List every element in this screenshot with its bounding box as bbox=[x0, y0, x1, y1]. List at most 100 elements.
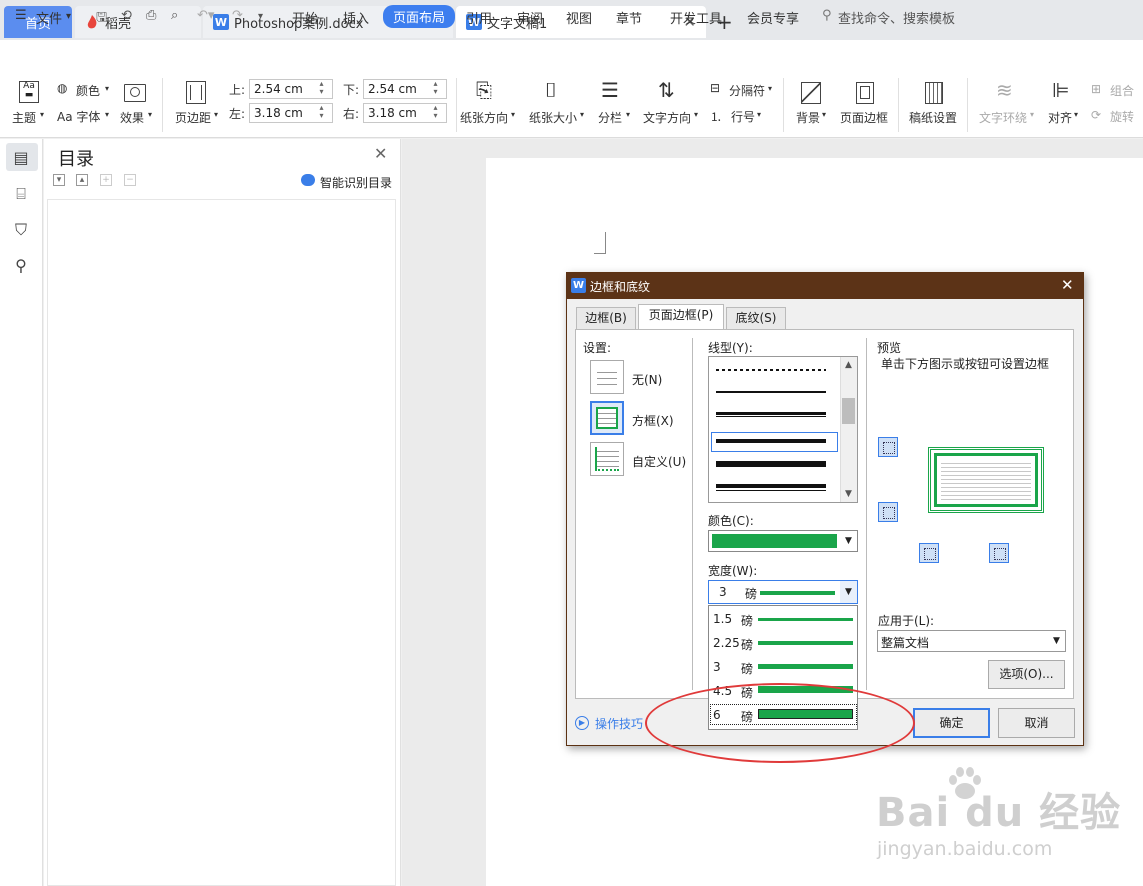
margin-bottom-input[interactable]: 2.54 cm bbox=[363, 79, 447, 99]
margins-icon[interactable] bbox=[186, 81, 206, 104]
effect-button[interactable]: 效果 bbox=[120, 109, 144, 126]
search-icon[interactable]: ⚲ bbox=[822, 8, 832, 23]
line-style-option[interactable] bbox=[716, 391, 826, 393]
theme-button[interactable]: 主题 bbox=[12, 109, 36, 126]
line-style-option[interactable] bbox=[716, 461, 826, 467]
print-icon[interactable]: ⎙ bbox=[146, 8, 156, 23]
dropdown-arrow-icon[interactable]: ▼ bbox=[1053, 636, 1060, 646]
menu-member[interactable]: 会员专享 bbox=[747, 8, 799, 27]
hamburger-icon[interactable]: ☰ bbox=[15, 8, 27, 23]
page-size-button[interactable]: 纸张大小 bbox=[529, 109, 577, 126]
orientation-button[interactable]: 纸张方向 bbox=[460, 109, 508, 126]
scroll-up-icon[interactable]: ▲ bbox=[845, 360, 852, 370]
width-option-value[interactable]: 2.25 bbox=[713, 636, 740, 650]
text-wrap-icon[interactable]: ≋ bbox=[996, 78, 1013, 102]
menu-chapter[interactable]: 章节 bbox=[616, 8, 642, 27]
theme-icon[interactable]: Aa ▬ bbox=[19, 81, 39, 103]
group-button[interactable]: 组合 bbox=[1110, 82, 1134, 99]
tab-borders[interactable]: 边框(B) bbox=[576, 307, 636, 329]
menu-developer[interactable]: 开发工具 bbox=[670, 8, 722, 27]
columns-icon[interactable]: ☰ bbox=[601, 78, 619, 102]
page-size-icon[interactable]: ⌷ bbox=[545, 78, 557, 102]
collapse-icon[interactable]: ▾ bbox=[53, 174, 65, 186]
dropdown-arrow-icon[interactable]: ▼ bbox=[845, 536, 852, 546]
ok-button[interactable]: 确定 bbox=[913, 708, 990, 738]
setting-custom[interactable] bbox=[590, 442, 624, 476]
line-style-option[interactable] bbox=[716, 412, 826, 415]
tab-page-border[interactable]: 页面边框(P) bbox=[638, 304, 724, 330]
search-icon[interactable]: ⚲ bbox=[12, 256, 30, 275]
manuscript-button[interactable]: 稿纸设置 bbox=[909, 109, 957, 126]
rotate-button[interactable]: 旋转 bbox=[1110, 108, 1134, 125]
toc-title: 目录 bbox=[58, 149, 94, 170]
menu-page-layout[interactable]: 页面布局 bbox=[383, 5, 456, 28]
border-bottom-button[interactable] bbox=[878, 502, 898, 522]
line-style-option[interactable] bbox=[716, 439, 826, 443]
bookmark-icon[interactable]: ⛉ bbox=[12, 220, 30, 239]
undo-icon[interactable]: ↶▾ bbox=[197, 8, 214, 23]
scroll-thumb[interactable] bbox=[842, 398, 855, 424]
line-style-option[interactable] bbox=[716, 369, 826, 371]
effect-icon[interactable] bbox=[124, 84, 146, 102]
text-direction-button[interactable]: 文字方向 bbox=[643, 109, 691, 126]
manuscript-icon[interactable] bbox=[925, 82, 943, 104]
cancel-button[interactable]: 取消 bbox=[998, 708, 1075, 738]
menu-file[interactable]: 文件 bbox=[36, 8, 62, 27]
page-border-button[interactable]: 页面边框 bbox=[840, 109, 888, 126]
line-style-scrollbar[interactable] bbox=[840, 357, 857, 502]
command-search[interactable]: 查找命令、搜索模板 bbox=[838, 8, 955, 27]
setting-none[interactable] bbox=[590, 360, 624, 394]
dropdown-arrow-icon[interactable]: ▼ bbox=[845, 587, 852, 597]
text-wrap-button[interactable]: 文字环绕 bbox=[979, 109, 1027, 126]
color-button[interactable]: 颜色 bbox=[76, 82, 100, 99]
align-icon[interactable]: ⊫ bbox=[1052, 78, 1069, 102]
print-preview-icon[interactable]: ⌕ bbox=[171, 8, 178, 23]
tips-link[interactable]: 操作技巧 bbox=[595, 715, 643, 732]
orientation-icon[interactable]: ⎘ bbox=[476, 78, 492, 102]
menu-insert[interactable]: 插入 bbox=[343, 8, 369, 27]
menu-view[interactable]: 视图 bbox=[566, 8, 592, 27]
width-option-value[interactable]: 3 bbox=[713, 660, 721, 674]
border-top-button[interactable] bbox=[878, 437, 898, 457]
border-left-button[interactable] bbox=[919, 543, 939, 563]
line-style-list[interactable] bbox=[708, 356, 858, 503]
background-button[interactable]: 背景 bbox=[796, 109, 820, 126]
redo-icon[interactable]: ↷ bbox=[232, 8, 243, 23]
page-border-icon[interactable] bbox=[856, 82, 874, 104]
options-button[interactable]: 选项(O)... bbox=[988, 660, 1065, 689]
setting-box[interactable] bbox=[590, 401, 624, 435]
chapter-nav-icon[interactable]: ⌸ bbox=[12, 184, 30, 203]
remove-level-icon[interactable]: − bbox=[124, 174, 136, 186]
margin-top-input[interactable]: 2.54 cm bbox=[249, 79, 333, 99]
close-icon[interactable]: ✕ bbox=[374, 144, 387, 163]
text-direction-icon[interactable]: ⇅ bbox=[658, 78, 675, 102]
margin-left-input[interactable]: 3.18 cm bbox=[249, 103, 333, 123]
width-option-value[interactable]: 1.5 bbox=[713, 612, 732, 626]
menu-start[interactable]: 开始 bbox=[292, 8, 318, 27]
tab-daoke[interactable]: 稻壳 bbox=[75, 6, 201, 38]
background-icon[interactable] bbox=[801, 82, 821, 104]
menu-review[interactable]: 审阅 bbox=[517, 8, 543, 27]
scroll-down-icon[interactable]: ▼ bbox=[845, 489, 852, 499]
chevron-down-icon[interactable]: ▾ bbox=[66, 11, 71, 22]
columns-button[interactable]: 分栏 bbox=[598, 109, 622, 126]
margins-button[interactable]: 页边距 bbox=[175, 109, 211, 126]
expand-icon[interactable]: ▴ bbox=[76, 174, 88, 186]
border-right-button[interactable] bbox=[989, 543, 1009, 563]
cloud-icon[interactable]: ⟲ bbox=[121, 8, 132, 23]
margin-right-input[interactable]: 3.18 cm bbox=[363, 103, 447, 123]
align-button[interactable]: 对齐 bbox=[1048, 109, 1072, 126]
breaks-button[interactable]: 分隔符 bbox=[729, 82, 765, 99]
line-style-option[interactable] bbox=[716, 484, 826, 488]
save-icon[interactable]: 🖫 bbox=[96, 8, 107, 30]
smart-toc-button[interactable]: 智能识别目录 bbox=[320, 174, 392, 191]
tab-shading[interactable]: 底纹(S) bbox=[726, 307, 786, 329]
line-numbers-button[interactable]: 行号 bbox=[731, 108, 755, 125]
more-chevron-icon[interactable]: ▾ bbox=[258, 11, 263, 22]
ribbon bbox=[0, 72, 1143, 138]
add-level-icon[interactable]: + bbox=[100, 174, 112, 186]
toc-icon[interactable]: ▤ bbox=[12, 148, 30, 167]
menu-references[interactable]: 引用 bbox=[466, 8, 492, 27]
font-button[interactable]: Aa 字体 bbox=[57, 108, 100, 125]
close-icon[interactable]: ✕ bbox=[1061, 276, 1074, 294]
